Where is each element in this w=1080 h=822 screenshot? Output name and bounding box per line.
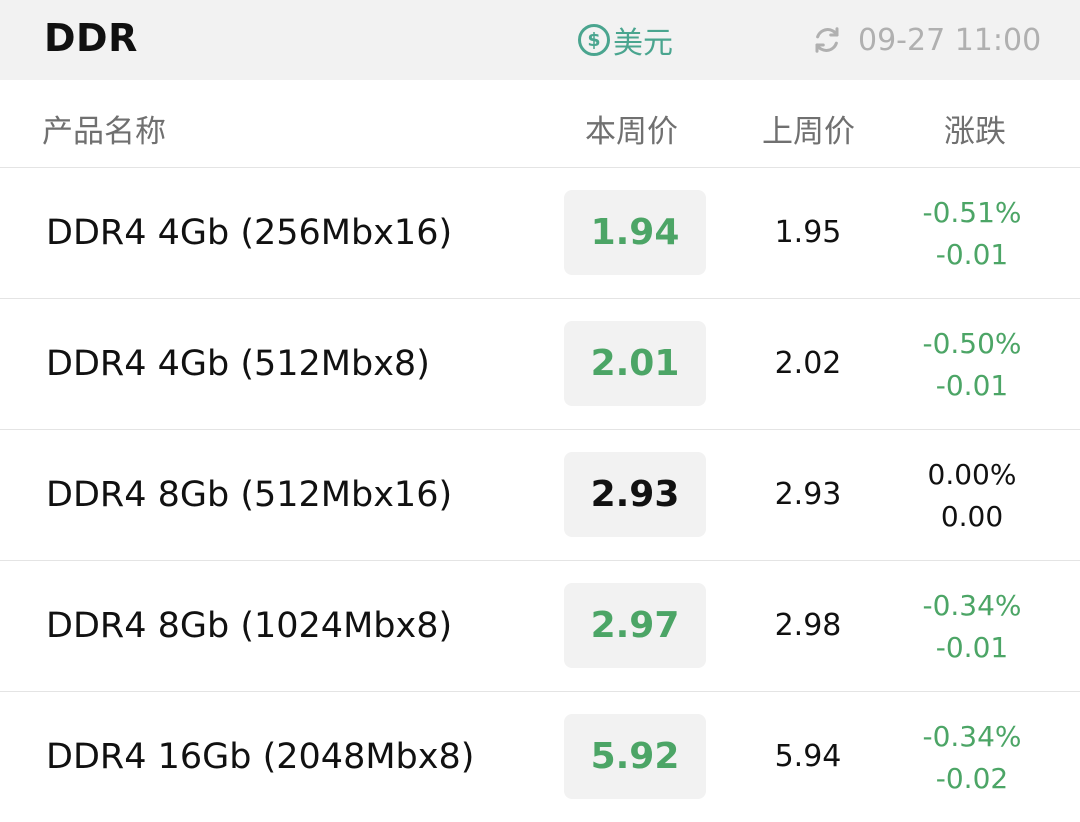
column-header-name: 产品名称 [42,114,166,150]
last-week-price: 2.02 [774,346,842,381]
change-absolute: -0.01 [935,369,1009,402]
this-week-price: 2.93 [564,452,706,537]
currency-label: 美元 [613,26,673,61]
product-name: DDR4 8Gb (512Mbx16) [46,475,453,515]
table-row[interactable]: DDR4 16Gb (2048Mbx8) 5.92 5.94 -0.34% -0… [0,692,1080,822]
price-change: -0.34% -0.01 [900,585,1044,669]
page-title: DDR [44,16,138,60]
refresh-icon [815,27,839,53]
dollar-circle-icon: $ [578,24,610,56]
table-row[interactable]: DDR4 4Gb (256Mbx16) 1.94 1.95 -0.51% -0.… [0,168,1080,299]
column-header-last-week[interactable]: 上周价 [762,106,855,151]
price-change: -0.34% -0.02 [900,716,1044,800]
this-week-price: 1.94 [564,190,706,275]
currency-toggle[interactable]: $ 美元 [578,20,673,61]
last-week-price: 2.93 [774,477,842,512]
update-timestamp: 09-27 11:00 [858,22,1042,58]
this-week-price: 2.97 [564,583,706,668]
column-header-this-week[interactable]: 本周价 [585,106,678,151]
last-week-price: 2.98 [774,608,842,643]
refresh-control[interactable]: 09-27 11:00 [812,20,1041,60]
change-percent: -0.34% [922,720,1022,753]
change-absolute: -0.02 [935,762,1009,795]
this-week-price: 2.01 [564,321,706,406]
product-name: DDR4 4Gb (512Mbx8) [46,344,430,384]
change-percent: -0.50% [922,327,1022,360]
last-week-price: 1.95 [774,215,842,250]
table-row[interactable]: DDR4 8Gb (1024Mbx8) 2.97 2.98 -0.34% -0.… [0,561,1080,692]
change-absolute: -0.01 [935,631,1009,664]
product-name: DDR4 4Gb (256Mbx16) [46,213,453,253]
table-header: 产品名称 本周价 上周价 涨跌 [0,80,1080,168]
change-percent: -0.34% [922,589,1022,622]
product-name: DDR4 8Gb (1024Mbx8) [46,606,453,646]
product-name: DDR4 16Gb (2048Mbx8) [46,737,475,777]
table-row[interactable]: DDR4 4Gb (512Mbx8) 2.01 2.02 -0.50% -0.0… [0,299,1080,430]
change-percent: -0.51% [922,196,1022,229]
change-percent: 0.00% [927,458,1017,491]
price-change: 0.00% 0.00 [900,454,1044,538]
table-row[interactable]: DDR4 8Gb (512Mbx16) 2.93 2.93 0.00% 0.00 [0,430,1080,561]
price-change: -0.51% -0.01 [900,192,1044,276]
change-absolute: 0.00 [940,500,1004,533]
this-week-price: 5.92 [564,714,706,799]
change-absolute: -0.01 [935,238,1009,271]
last-week-price: 5.94 [774,739,842,774]
price-change: -0.50% -0.01 [900,323,1044,407]
column-header-change[interactable]: 涨跌 [944,106,1006,151]
top-bar: DDR $ 美元 09-27 11:00 [0,0,1080,80]
